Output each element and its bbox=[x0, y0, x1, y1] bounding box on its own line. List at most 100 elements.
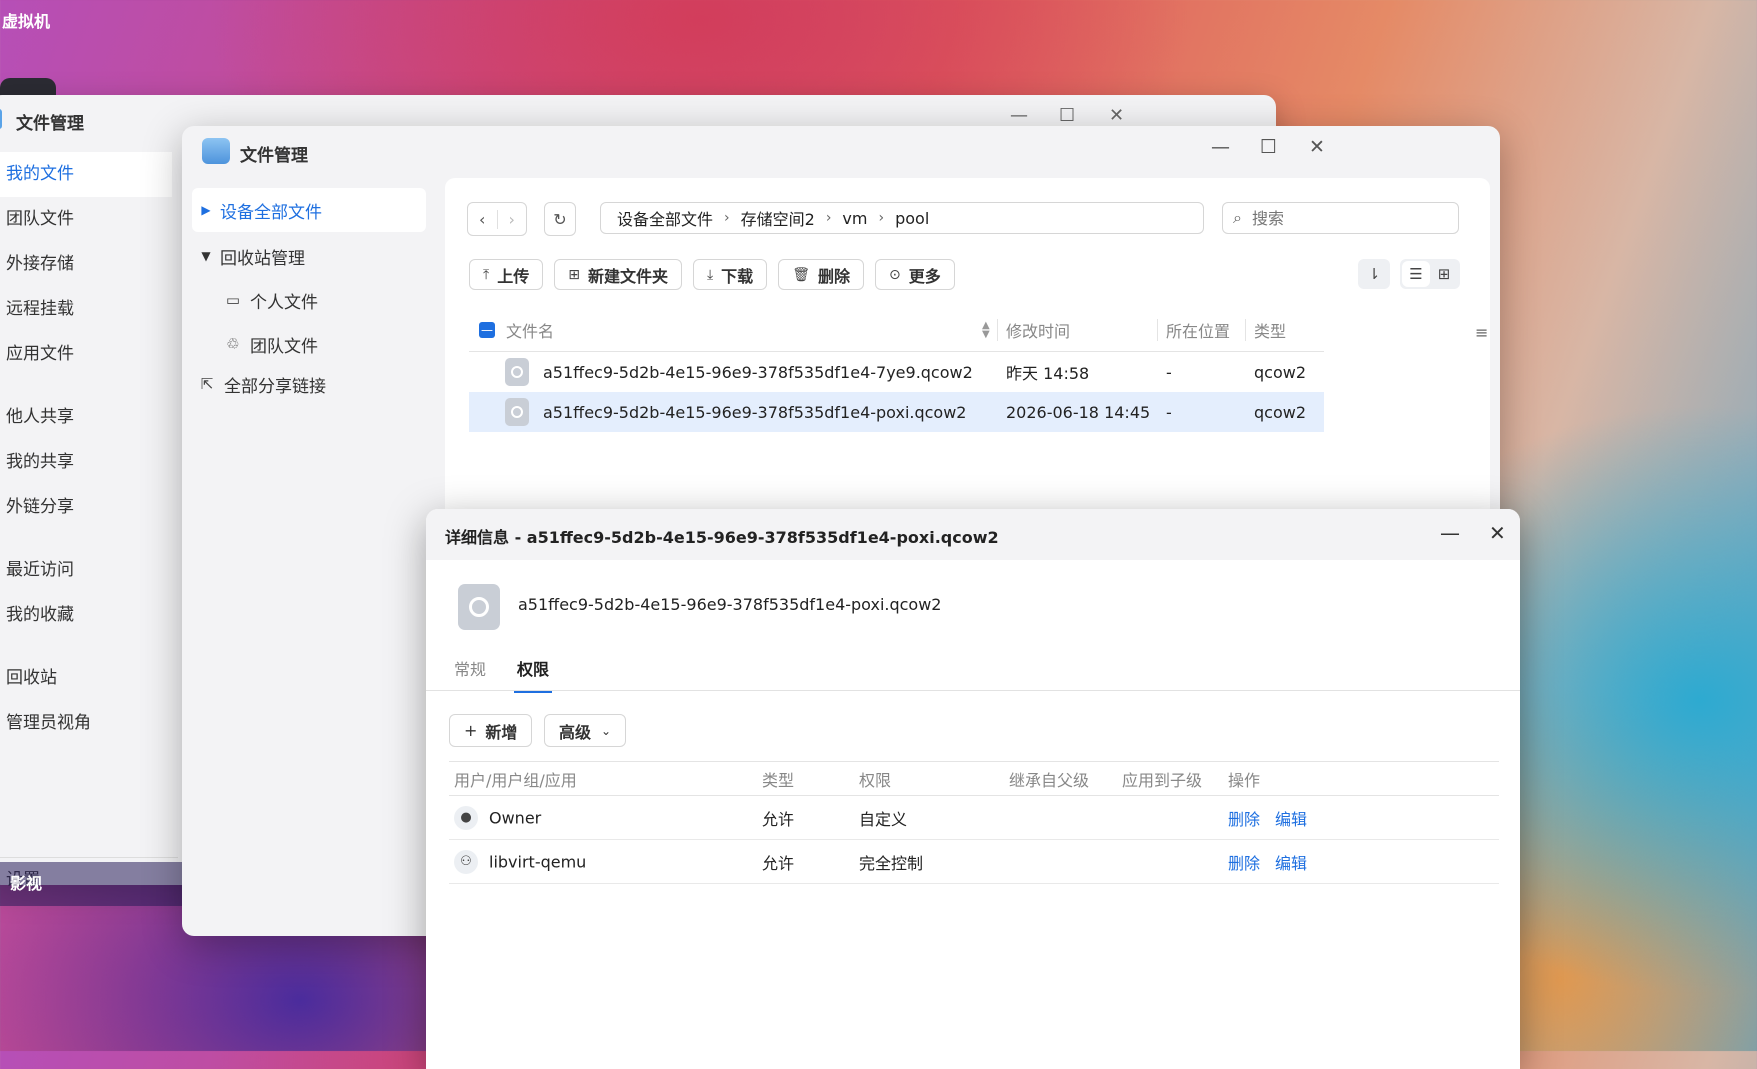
breadcrumb-item[interactable]: vm bbox=[842, 209, 867, 228]
new-folder-button[interactable]: ⊞ 新建文件夹 bbox=[554, 259, 682, 290]
view-toggle: ☰ ⊞ bbox=[1400, 259, 1460, 289]
sidebar-item-label: 设备全部文件 bbox=[220, 202, 322, 223]
folder-icon: ▭ bbox=[225, 291, 241, 309]
sidebar: ▶ 设备全部文件 ▼ 回收站管理 ▭ 个人文件 ♲ 团队文件 ⇱ 全部分享链接 bbox=[192, 188, 426, 406]
file-table: — 文件名 ▲ ▼ 修改时间 所在位置 类型 a51ffec9-5d2b-4e15… bbox=[469, 309, 1324, 432]
download-button[interactable]: ⤓ 下载 bbox=[692, 259, 768, 290]
chevron-right-icon: › bbox=[878, 210, 885, 226]
tab-general[interactable]: 常规 bbox=[454, 656, 486, 691]
history-nav: ‹ › bbox=[467, 202, 527, 236]
table-row[interactable]: a51ffec9-5d2b-4e15-96e9-378f535df1e4-7ye… bbox=[469, 352, 1324, 392]
select-all-checkbox[interactable]: — bbox=[479, 322, 495, 338]
nav-my-shares[interactable]: 我的共享 bbox=[0, 440, 172, 485]
app-icon bbox=[0, 109, 2, 129]
header-type[interactable]: 类型 bbox=[1254, 318, 1286, 342]
chevron-down-icon: ⌄ bbox=[601, 723, 612, 738]
sidebar-item-label: 回收站管理 bbox=[220, 248, 305, 269]
desktop-bottom-label[interactable]: 影视 bbox=[0, 862, 192, 906]
caret-right-icon: ▶ bbox=[201, 203, 211, 217]
add-label: 新增 bbox=[485, 722, 518, 742]
table-row[interactable]: a51ffec9-5d2b-4e15-96e9-378f535df1e4-pox… bbox=[469, 392, 1324, 432]
close-icon[interactable]: ✕ bbox=[1489, 521, 1506, 545]
header-location[interactable]: 所在位置 bbox=[1166, 318, 1230, 342]
window-title: 文件管理 bbox=[240, 146, 308, 166]
search-input[interactable] bbox=[1249, 207, 1434, 229]
minimize-icon[interactable]: — bbox=[1211, 136, 1230, 158]
forward-icon[interactable]: › bbox=[498, 210, 527, 229]
close-icon[interactable]: ✕ bbox=[1109, 105, 1124, 126]
download-label: 下载 bbox=[721, 266, 754, 286]
sidebar-item-share-links[interactable]: ⇱ 全部分享链接 bbox=[192, 362, 426, 406]
sidebar-item-recycle[interactable]: ▼ 回收站管理 bbox=[192, 234, 426, 278]
header-name[interactable]: 文件名 bbox=[506, 318, 554, 342]
refresh-icon[interactable]: ↻ bbox=[544, 202, 576, 236]
more-button[interactable]: ⊙ 更多 bbox=[874, 259, 955, 290]
breadcrumb-item[interactable]: 设备全部文件 bbox=[617, 206, 713, 230]
permission-type: 允许 bbox=[762, 809, 795, 829]
nav-recent[interactable]: 最近访问 bbox=[0, 548, 172, 593]
window-title: 文件管理 bbox=[16, 114, 84, 134]
delete-button[interactable]: 🗑 删除 bbox=[778, 259, 864, 290]
minimize-icon[interactable]: — bbox=[1010, 105, 1028, 126]
file-name: a51ffec9-5d2b-4e15-96e9-378f535df1e4-7ye… bbox=[543, 362, 973, 382]
details-title: 详细信息 - a51ffec9-5d2b-4e15-96e9-378f535df… bbox=[445, 528, 999, 547]
permissions-header: 用户/用户组/应用 类型 权限 继承自父级 应用到子级 操作 bbox=[449, 761, 1499, 796]
permission-type: 允许 bbox=[762, 853, 795, 873]
new-folder-icon: ⊞ bbox=[568, 266, 580, 283]
back-icon[interactable]: ‹ bbox=[468, 209, 498, 229]
upload-button[interactable]: ⤒ 上传 bbox=[469, 259, 544, 290]
details-filename: a51ffec9-5d2b-4e15-96e9-378f535df1e4-pox… bbox=[518, 595, 942, 614]
maximize-icon[interactable]: ☐ bbox=[1059, 105, 1075, 126]
sidebar-item-all-files[interactable]: ▶ 设备全部文件 bbox=[192, 188, 426, 232]
nav-my-files[interactable]: 我的文件 bbox=[0, 152, 172, 197]
user-icon: ● bbox=[454, 805, 478, 830]
nav-recycle-bin[interactable]: 回收站 bbox=[0, 656, 172, 701]
column-settings-icon[interactable]: ≡ bbox=[1475, 323, 1488, 342]
permission-level: 自定义 bbox=[859, 809, 908, 829]
disk-image-icon bbox=[505, 358, 529, 386]
edit-link[interactable]: 编辑 bbox=[1275, 806, 1307, 830]
sort-arrows-icon[interactable]: ▲ ▼ bbox=[982, 321, 990, 340]
header-apply: 应用到子级 bbox=[1122, 770, 1203, 790]
details-tabs: 常规 权限 bbox=[426, 644, 1520, 693]
sort-icon[interactable]: ⇂ bbox=[1358, 259, 1390, 289]
delete-link[interactable]: 删除 bbox=[1228, 850, 1260, 874]
breadcrumb-item[interactable]: pool bbox=[895, 209, 929, 228]
disk-image-icon bbox=[458, 584, 500, 630]
sidebar-item-personal[interactable]: ▭ 个人文件 bbox=[192, 278, 426, 322]
advanced-dropdown[interactable]: 高级 ⌄ bbox=[544, 714, 627, 747]
delete-link[interactable]: 删除 bbox=[1228, 806, 1260, 830]
new-folder-label: 新建文件夹 bbox=[587, 266, 668, 286]
nav-link-shares[interactable]: 外链分享 bbox=[0, 485, 172, 530]
file-modified: 2026-06-18 14:45 bbox=[1006, 402, 1151, 422]
nav-remote-mount[interactable]: 远程挂载 bbox=[0, 287, 172, 332]
share-link-icon: ⇱ bbox=[200, 375, 214, 393]
add-permission-button[interactable]: + 新增 bbox=[449, 714, 533, 747]
sidebar-item-label: 全部分享链接 bbox=[224, 376, 326, 397]
nav-favorites[interactable]: 我的收藏 bbox=[0, 593, 172, 638]
file-name: a51ffec9-5d2b-4e15-96e9-378f535df1e4-pox… bbox=[543, 402, 967, 422]
nav-external-storage[interactable]: 外接存储 bbox=[0, 242, 172, 287]
permission-level: 完全控制 bbox=[859, 853, 924, 873]
list-view-icon[interactable]: ☰ bbox=[1402, 261, 1430, 287]
nav-app-files[interactable]: 应用文件 bbox=[0, 332, 172, 377]
header-modified[interactable]: 修改时间 bbox=[1006, 318, 1070, 342]
close-icon[interactable]: ✕ bbox=[1309, 136, 1325, 158]
minimize-icon[interactable]: — bbox=[1440, 521, 1460, 545]
header-inherit: 继承自父级 bbox=[1009, 770, 1090, 790]
edit-link[interactable]: 编辑 bbox=[1275, 850, 1307, 874]
view-controls: ⇂ ☰ ⊞ bbox=[1358, 259, 1460, 289]
more-label: 更多 bbox=[908, 266, 941, 286]
header-principal: 用户/用户组/应用 bbox=[454, 770, 577, 790]
maximize-icon[interactable]: ☐ bbox=[1260, 136, 1277, 158]
breadcrumb-item[interactable]: 存储空间2 bbox=[741, 206, 815, 230]
advanced-label: 高级 bbox=[559, 722, 592, 742]
grid-view-icon[interactable]: ⊞ bbox=[1430, 261, 1458, 287]
tab-permissions[interactable]: 权限 bbox=[514, 656, 553, 693]
details-header: 详细信息 - a51ffec9-5d2b-4e15-96e9-378f535df… bbox=[426, 509, 1520, 560]
nav-shared-with-me[interactable]: 他人共享 bbox=[0, 395, 172, 440]
nav-admin-view[interactable]: 管理员视角 bbox=[0, 701, 172, 746]
sidebar-item-team[interactable]: ♲ 团队文件 bbox=[192, 322, 426, 366]
nav-team-files[interactable]: 团队文件 bbox=[0, 197, 172, 242]
upload-label: 上传 bbox=[497, 266, 530, 286]
